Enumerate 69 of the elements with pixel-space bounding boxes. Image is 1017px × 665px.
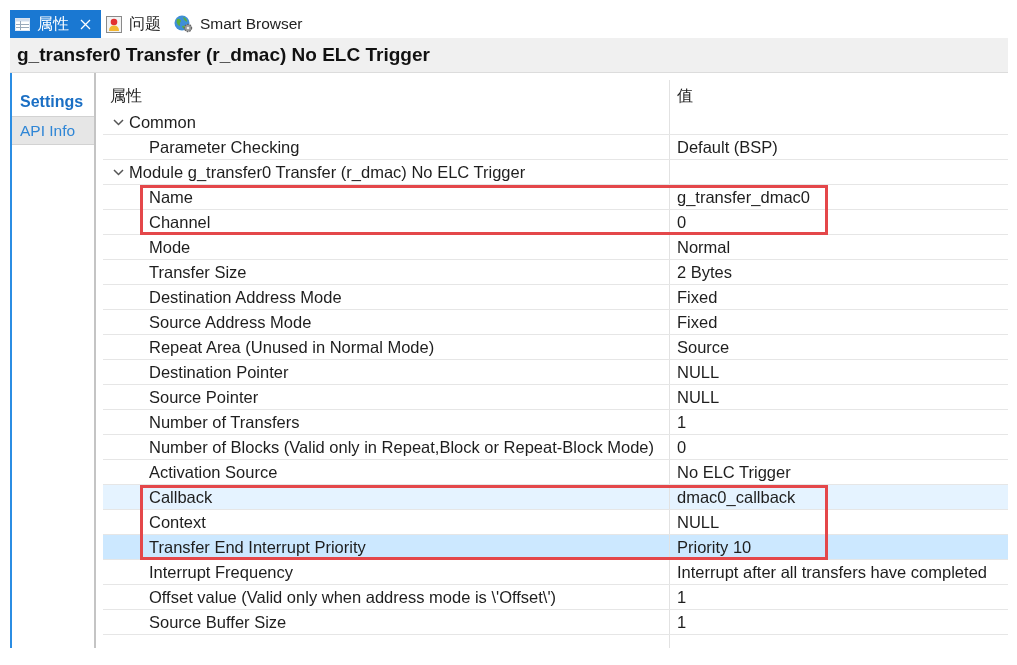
property-row[interactable]: Mode Normal — [103, 235, 1008, 260]
property-row[interactable]: Destination Pointer NULL — [103, 360, 1008, 385]
property-name: Source Buffer Size — [149, 612, 287, 632]
property-row[interactable]: Transfer Size 2 Bytes — [103, 260, 1008, 285]
table-icon — [15, 17, 30, 31]
property-row[interactable]: Interrupt Frequency Interrupt after all transfers have completed — [103, 560, 1008, 585]
property-row[interactable]: Number of Blocks (Valid only in Repeat,Block or Repeat-Block Mode) 0 — [103, 435, 1008, 460]
property-value: Normal — [677, 237, 731, 257]
property-name: Transfer Size — [149, 262, 247, 282]
property-row[interactable]: Name g_transfer_dmac0 — [103, 185, 1008, 210]
property-name: Repeat Area (Unused in Normal Mode) — [149, 337, 435, 357]
property-value: Interrupt after all transfers have completed — [677, 562, 987, 582]
property-row[interactable]: Parameter Checking Default (BSP) — [103, 135, 1008, 160]
property-name: Number of Transfers — [149, 412, 300, 432]
property-name: Destination Address Mode — [149, 287, 342, 307]
view-tab[interactable]: 属性 — [10, 10, 101, 38]
property-row[interactable]: Module g_transfer0 Transfer (r_dmac) No ELC Trigger — [103, 160, 1008, 185]
property-value: 1 — [677, 587, 687, 607]
property-value: dmac0_callback — [677, 487, 796, 507]
property-name: Number of Blocks (Valid only in Repeat,Block or Repeat-Block Mode) — [149, 437, 654, 457]
chevron-down-icon[interactable] — [113, 168, 124, 176]
property-row[interactable]: Offset value (Valid only when address mode is \'Offset\') 1 — [103, 585, 1008, 610]
property-value: Source — [677, 337, 730, 357]
group-label: Common — [129, 112, 196, 132]
property-value: 0 — [677, 437, 687, 457]
close-icon[interactable] — [80, 18, 91, 30]
property-value: 2 Bytes — [677, 262, 733, 282]
property-value: 1 — [677, 412, 687, 432]
property-value: 0 — [677, 212, 687, 232]
page-title: g_transfer0 Transfer (r_dmac) No ELC Trigger — [17, 44, 430, 66]
property-row[interactable]: Source Address Mode Fixed — [103, 310, 1008, 335]
column-header[interactable]: 属性 — [103, 80, 669, 110]
property-name: Destination Pointer — [149, 362, 289, 382]
property-name: Activation Source — [149, 462, 278, 482]
property-value: 1 — [677, 612, 687, 632]
property-row[interactable]: Repeat Area (Unused in Normal Mode) Source — [103, 335, 1008, 360]
view-tab[interactable]: 问题 — [101, 10, 169, 38]
person-icon — [106, 15, 122, 33]
property-value: g_transfer_dmac0 — [677, 187, 810, 207]
property-name: Callback — [149, 487, 213, 507]
property-name: Offset value (Valid only when address mode is \'Offset\') — [149, 587, 557, 607]
property-value: No ELC Trigger — [677, 462, 791, 482]
globe-icon — [174, 15, 193, 33]
property-name: Context — [149, 512, 206, 532]
property-value: NULL — [677, 362, 720, 382]
property-name: Transfer End Interrupt Priority — [149, 537, 366, 557]
property-value: NULL — [677, 512, 720, 532]
group-label: Module g_transfer0 Transfer (r_dmac) No ELC Trigger — [129, 162, 526, 182]
property-name: Source Pointer — [149, 387, 259, 407]
column-header[interactable]: 值 — [669, 80, 1008, 110]
property-name: Mode — [149, 237, 191, 257]
property-row[interactable]: Channel 0 — [103, 210, 1008, 235]
property-name: Interrupt Frequency — [149, 562, 293, 582]
property-row[interactable]: Destination Address Mode Fixed — [103, 285, 1008, 310]
property-name: Name — [149, 187, 193, 207]
property-row[interactable]: Common — [103, 110, 1008, 135]
property-value: NULL — [677, 387, 720, 407]
property-value: Default (BSP) — [677, 137, 778, 157]
property-name: Parameter Checking — [149, 137, 300, 157]
view-tab[interactable]: Smart Browser — [169, 10, 311, 38]
property-name: Source Address Mode — [149, 312, 312, 332]
chevron-down-icon[interactable] — [113, 118, 124, 126]
property-value: Fixed — [677, 312, 718, 332]
property-row[interactable]: Number of Transfers 1 — [103, 410, 1008, 435]
property-value: Fixed — [677, 287, 718, 307]
property-row[interactable]: Source Buffer Size 1 — [103, 610, 1008, 635]
property-name: Channel — [149, 212, 211, 232]
property-value: Priority 10 — [677, 537, 752, 557]
property-row[interactable]: Source Pointer NULL — [103, 385, 1008, 410]
